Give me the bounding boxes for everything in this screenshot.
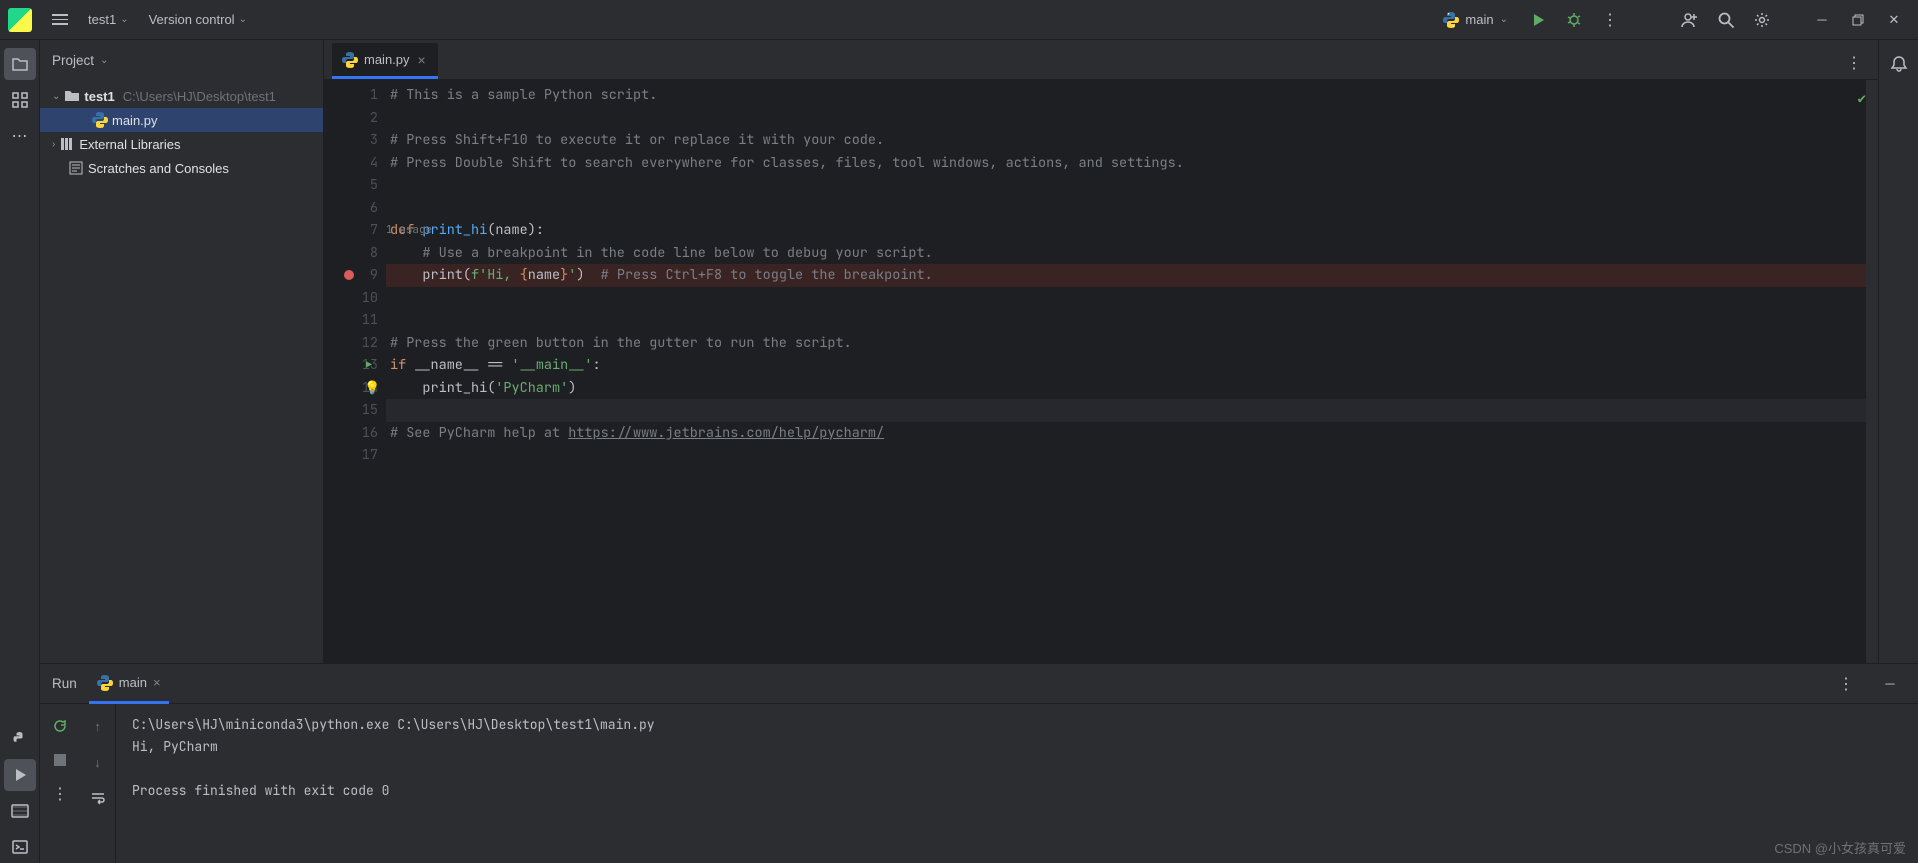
soft-wrap-button[interactable] — [82, 782, 114, 814]
services-tool-button[interactable] — [4, 795, 36, 827]
editor-area: main.py × 1234561 usage78910111213▶14💡15… — [324, 40, 1878, 663]
run-tool-button[interactable] — [4, 759, 36, 791]
structure-tool-button[interactable] — [4, 84, 36, 116]
notifications-button[interactable] — [1883, 48, 1915, 80]
maximize-button[interactable] — [1842, 4, 1874, 36]
scroll-down-button[interactable]: ↓ — [82, 746, 114, 778]
hide-run-panel[interactable]: ─ — [1874, 668, 1906, 700]
inspection-status-icon[interactable]: ✔ — [1858, 88, 1866, 111]
folder-icon — [64, 88, 80, 104]
run-panel: Run main × ─ ↑ ↓ — [40, 663, 1918, 863]
library-icon — [59, 136, 75, 152]
project-panel: Project⌄ ⌄ test1 C:\Users\HJ\Desktop\tes… — [40, 40, 324, 663]
watermark: CSDN @小女孩真可爱 — [1774, 838, 1906, 857]
breakpoint-icon[interactable] — [344, 270, 354, 280]
project-tool-button[interactable] — [4, 48, 36, 80]
minimize-button[interactable]: ─ — [1806, 4, 1838, 36]
python-icon — [342, 52, 358, 68]
title-bar: test1⌄ Version control⌄ main⌄ ─ ✕ — [0, 0, 1918, 40]
settings-icon[interactable] — [1746, 4, 1778, 36]
left-tool-strip — [0, 40, 40, 863]
terminal-tool-button[interactable] — [4, 831, 36, 863]
python-console-button[interactable] — [4, 723, 36, 755]
run-tab[interactable]: main × — [89, 664, 169, 704]
app-logo — [8, 8, 32, 32]
editor-tab-bar: main.py × — [324, 40, 1878, 80]
search-icon[interactable] — [1710, 4, 1742, 36]
editor-scrollbar[interactable] — [1866, 80, 1878, 663]
run-more-actions[interactable] — [1830, 668, 1862, 700]
stop-button[interactable] — [44, 744, 76, 776]
more-tools-button[interactable] — [4, 120, 36, 152]
intention-bulb-icon[interactable]: 💡 — [364, 377, 380, 400]
tree-scratches[interactable]: Scratches and Consoles — [40, 156, 323, 180]
python-icon — [1443, 12, 1459, 28]
scroll-up-button[interactable]: ↑ — [82, 710, 114, 742]
project-selector[interactable]: test1⌄ — [80, 8, 137, 31]
close-run-tab-icon[interactable]: × — [153, 675, 161, 690]
run-tools-more[interactable] — [44, 778, 76, 810]
tree-root[interactable]: ⌄ test1 C:\Users\HJ\Desktop\test1 — [40, 84, 323, 108]
python-icon — [97, 675, 113, 691]
close-tab-icon[interactable]: × — [416, 52, 428, 68]
hamburger-menu[interactable] — [44, 4, 76, 36]
tree-external-libs[interactable]: › External Libraries — [40, 132, 323, 156]
debug-button[interactable] — [1558, 4, 1590, 36]
run-panel-title: Run — [52, 676, 77, 691]
vcs-selector[interactable]: Version control⌄ — [141, 8, 255, 31]
right-tool-strip — [1878, 40, 1918, 663]
scratches-icon — [68, 160, 84, 176]
project-panel-header[interactable]: Project⌄ — [40, 40, 323, 80]
tab-more-actions[interactable] — [1838, 47, 1870, 79]
tree-file-main[interactable]: main.py — [40, 108, 323, 132]
python-icon — [92, 112, 108, 128]
chevron-down-icon[interactable]: ⌄ — [52, 91, 60, 102]
close-button[interactable]: ✕ — [1878, 4, 1910, 36]
run-config-selector[interactable]: main⌄ — [1433, 8, 1518, 32]
chevron-right-icon[interactable]: › — [52, 139, 55, 150]
editor-tab[interactable]: main.py × — [332, 43, 438, 79]
rerun-button[interactable] — [44, 710, 76, 742]
code-with-me-icon[interactable] — [1674, 4, 1706, 36]
run-button[interactable] — [1522, 4, 1554, 36]
code-editor[interactable]: 1234561 usage78910111213▶14💡151617 # Thi… — [324, 80, 1878, 663]
console-output[interactable]: C:\Users\HJ\miniconda3\python.exe C:\Use… — [116, 704, 1918, 863]
run-gutter-icon[interactable]: ▶ — [366, 354, 372, 377]
more-actions[interactable] — [1594, 4, 1626, 36]
